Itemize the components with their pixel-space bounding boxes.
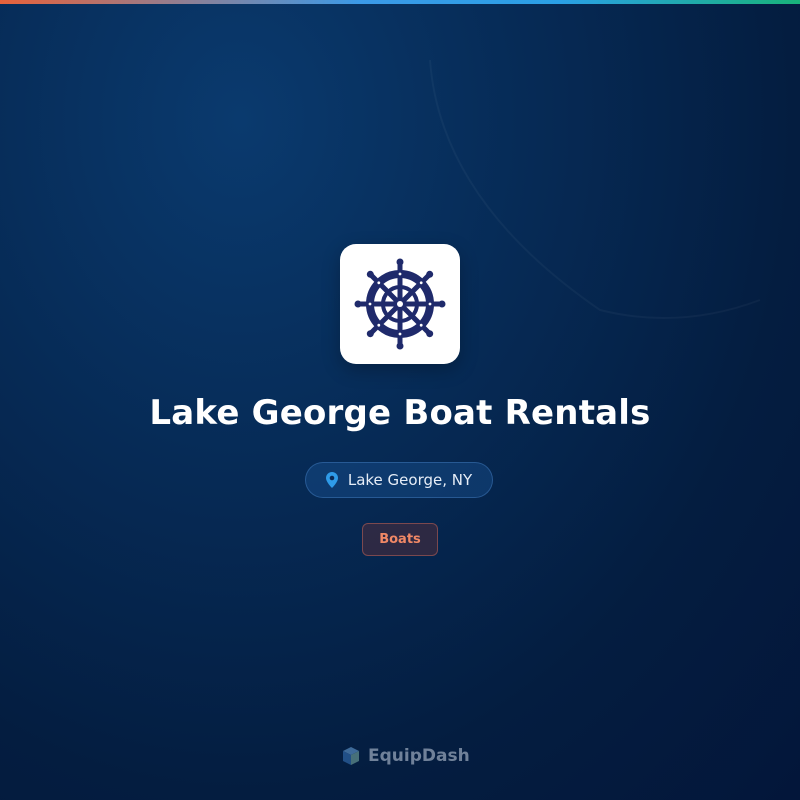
ship-wheel-icon <box>354 258 446 350</box>
equipdash-logo-icon <box>343 747 359 765</box>
footer-brand-name: EquipDash <box>368 746 470 766</box>
business-name: Lake George Boat Rentals <box>149 393 651 433</box>
category-label: Boats <box>379 532 421 547</box>
top-accent-bar <box>0 0 800 4</box>
location-pill: Lake George, NY <box>305 462 493 498</box>
footer-brand: EquipDash <box>340 745 470 767</box>
map-pin-icon <box>325 472 338 488</box>
business-logo <box>340 244 460 364</box>
category-badge: Boats <box>362 523 438 556</box>
location-text: Lake George, NY <box>347 471 473 489</box>
